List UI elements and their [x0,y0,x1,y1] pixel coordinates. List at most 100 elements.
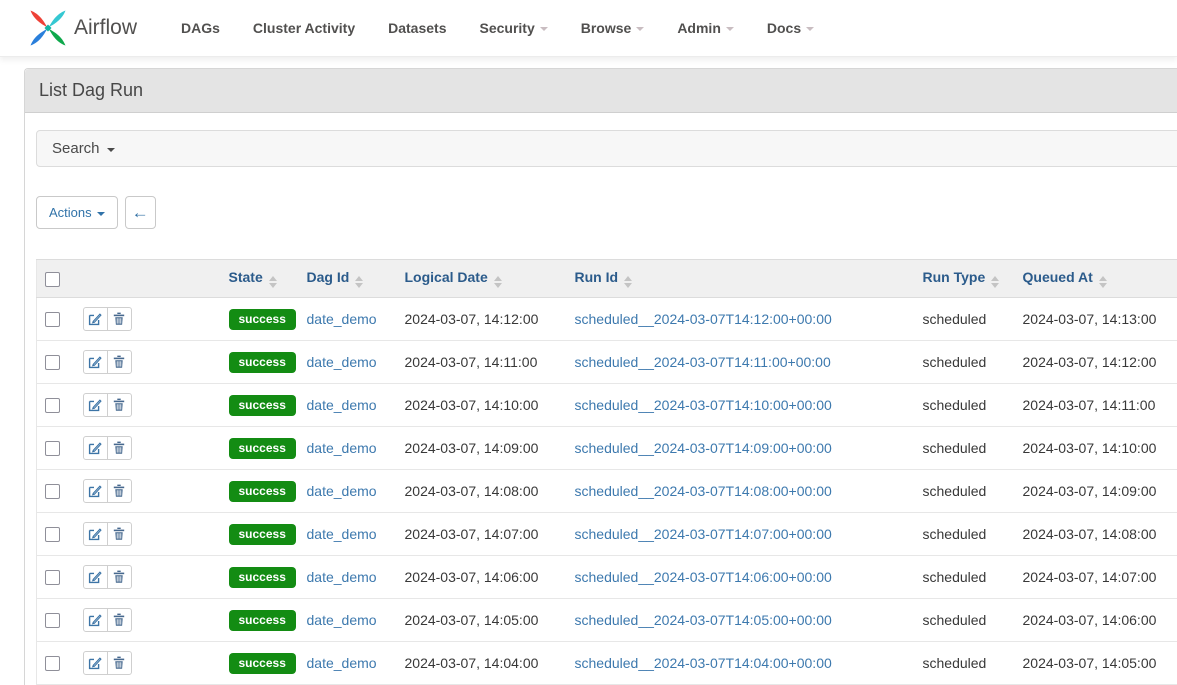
delete-record-button[interactable] [107,307,132,331]
run-id-link[interactable]: scheduled__2024-03-07T14:11:00+00:00 [575,354,831,370]
toolbar: Actions ← [36,196,1177,229]
nav-item[interactable]: Browse [581,20,645,36]
dag-id-link[interactable]: date_demo [307,612,377,628]
delete-record-button[interactable] [107,608,132,632]
delete-record-button[interactable] [107,651,132,675]
run-id-link[interactable]: scheduled__2024-03-07T14:12:00+00:00 [575,311,832,327]
state-cell: success [221,298,299,341]
nav-item[interactable]: Docs [767,20,814,36]
dag-runs-table: State Dag Id Logical Date Run Id Run Typ… [36,259,1177,685]
column-header[interactable]: Dag Id [299,260,397,298]
logical-date-cell: 2024-03-07, 14:05:00 [397,599,567,642]
row-checkbox[interactable] [45,656,60,671]
airflow-brand[interactable]: Airflow [28,8,137,48]
dag-id-link[interactable]: date_demo [307,526,377,542]
delete-record-button[interactable] [107,436,132,460]
row-select-cell [37,556,75,599]
dag-id-link[interactable]: date_demo [307,440,377,456]
edit-record-button[interactable] [83,651,108,675]
run-id-link[interactable]: scheduled__2024-03-07T14:07:00+00:00 [575,526,832,542]
dag-id-link[interactable]: date_demo [307,483,377,499]
nav-item[interactable]: Security [479,20,547,36]
edit-record-button[interactable] [83,479,108,503]
run-id-link[interactable]: scheduled__2024-03-07T14:08:00+00:00 [575,483,832,499]
column-header[interactable]: Logical Date [397,260,567,298]
row-action-buttons [83,522,132,546]
dag-id-cell: date_demo [299,298,397,341]
run-id-link[interactable]: scheduled__2024-03-07T14:05:00+00:00 [575,612,832,628]
row-action-buttons [83,479,132,503]
row-action-buttons [83,350,132,374]
table-row: success date_demo 2024-03-07, 14:05:00 s… [37,599,1177,642]
dag-id-link[interactable]: date_demo [307,655,377,671]
back-button[interactable]: ← [125,196,156,229]
row-checkbox[interactable] [45,398,60,413]
nav-item[interactable]: Admin [677,20,734,36]
dag-id-link[interactable]: date_demo [307,354,377,370]
edit-record-button[interactable] [83,436,108,460]
trash-icon [112,613,126,627]
column-header-label: Queued At [1023,269,1093,285]
state-badge: success [229,610,296,631]
row-checkbox[interactable] [45,527,60,542]
delete-record-button[interactable] [107,522,132,546]
column-header[interactable]: Queued At [1015,260,1177,298]
trash-icon [112,398,126,412]
run-id-link[interactable]: scheduled__2024-03-07T14:04:00+00:00 [575,655,832,671]
delete-record-button[interactable] [107,565,132,589]
edit-record-button[interactable] [83,565,108,589]
select-all-checkbox[interactable] [45,272,60,287]
run-type-cell: scheduled [915,470,1015,513]
actions-button[interactable]: Actions [36,196,118,229]
run-id-link[interactable]: scheduled__2024-03-07T14:09:00+00:00 [575,440,832,456]
queued-at-cell: 2024-03-07, 14:05:00 [1015,642,1177,685]
row-actions-cell [75,298,221,341]
edit-record-button[interactable] [83,393,108,417]
page-title: List Dag Run [25,69,1177,113]
delete-record-button[interactable] [107,393,132,417]
edit-record-button[interactable] [83,608,108,632]
dag-id-link[interactable]: date_demo [307,397,377,413]
run-id-cell: scheduled__2024-03-07T14:09:00+00:00 [567,427,915,470]
row-select-cell [37,384,75,427]
run-type-cell: scheduled [915,298,1015,341]
edit-record-button[interactable] [83,307,108,331]
row-action-buttons [83,565,132,589]
nav-item[interactable]: Cluster Activity [253,20,355,36]
delete-record-button[interactable] [107,350,132,374]
dag-id-link[interactable]: date_demo [307,311,377,327]
logical-date-cell: 2024-03-07, 14:07:00 [397,513,567,556]
run-id-link[interactable]: scheduled__2024-03-07T14:10:00+00:00 [575,397,832,413]
dag-id-link[interactable]: date_demo [307,569,377,585]
column-header[interactable]: Run Type [915,260,1015,298]
nav-item[interactable]: Datasets [388,20,446,36]
row-checkbox[interactable] [45,312,60,327]
delete-record-button[interactable] [107,479,132,503]
nav-item-label: Security [479,20,534,36]
edit-record-button[interactable] [83,350,108,374]
caret-down-icon [806,27,814,31]
actions-header-cell [75,260,221,298]
nav-item-label: Docs [767,20,801,36]
state-cell: success [221,642,299,685]
state-badge: success [229,438,296,459]
table-row: success date_demo 2024-03-07, 14:07:00 s… [37,513,1177,556]
row-checkbox[interactable] [45,484,60,499]
back-arrow-icon: ← [132,203,149,223]
row-actions-cell [75,513,221,556]
row-checkbox[interactable] [45,570,60,585]
run-id-link[interactable]: scheduled__2024-03-07T14:06:00+00:00 [575,569,832,585]
row-checkbox[interactable] [45,613,60,628]
run-id-cell: scheduled__2024-03-07T14:10:00+00:00 [567,384,915,427]
column-header[interactable]: State [221,260,299,298]
search-dropdown[interactable]: Search [36,130,1177,167]
run-id-cell: scheduled__2024-03-07T14:11:00+00:00 [567,341,915,384]
row-checkbox[interactable] [45,441,60,456]
row-checkbox[interactable] [45,355,60,370]
edit-record-button[interactable] [83,522,108,546]
queued-at-cell: 2024-03-07, 14:13:00 [1015,298,1177,341]
column-header[interactable]: Run Id [567,260,915,298]
row-select-cell [37,599,75,642]
nav-item[interactable]: DAGs [181,20,220,36]
run-id-cell: scheduled__2024-03-07T14:04:00+00:00 [567,642,915,685]
